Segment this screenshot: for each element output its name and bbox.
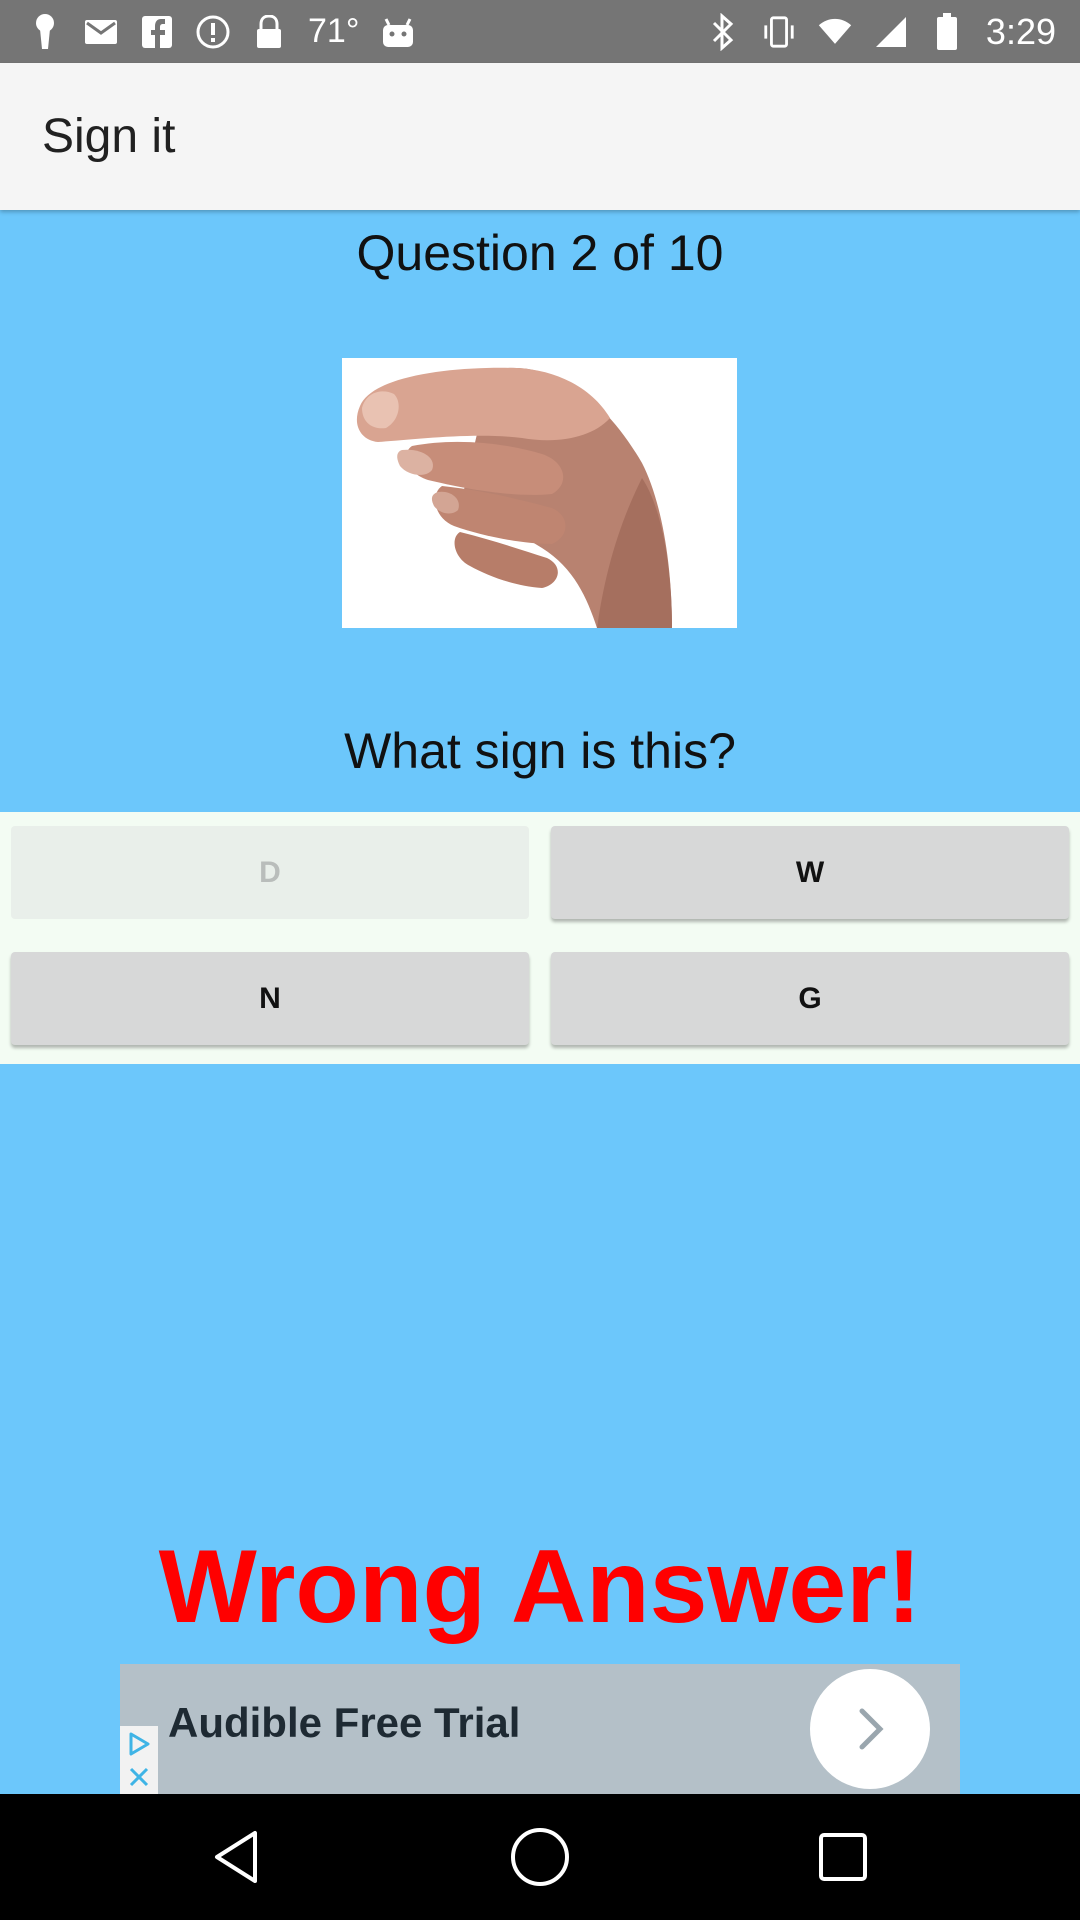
ad-banner[interactable]: Audible Free Trial: [120, 1664, 960, 1794]
hand-sign-image: [342, 358, 737, 628]
back-triangle-icon[interactable]: [197, 1817, 277, 1897]
app-bar: Sign it: [0, 63, 1080, 210]
answer-button-g[interactable]: G: [551, 952, 1069, 1045]
bluetooth-icon: [706, 12, 740, 52]
mail-icon: [84, 12, 118, 52]
answer-button-d: D: [11, 826, 529, 919]
vibrate-icon: [762, 12, 796, 52]
status-bar: 71° 3:29: [0, 0, 1080, 63]
answer-button-n[interactable]: N: [11, 952, 529, 1045]
battery-icon: [930, 12, 964, 52]
navigation-bar: [0, 1794, 1080, 1920]
ad-choices-icon[interactable]: [124, 1730, 154, 1758]
keyhole-icon: [28, 12, 62, 52]
answer-button-w[interactable]: W: [551, 826, 1069, 919]
signal-icon: [874, 12, 908, 52]
ad-choices-badge: [120, 1726, 158, 1794]
android-icon: [381, 12, 415, 52]
answers-panel: D W N G: [0, 812, 1080, 1064]
clock-text: 3:29: [985, 10, 1056, 52]
ad-text[interactable]: Audible Free Trial: [168, 1664, 520, 1782]
result-message: Wrong Answer!: [158, 1529, 922, 1645]
home-circle-icon[interactable]: [500, 1817, 580, 1897]
recent-apps-square-icon[interactable]: [803, 1817, 883, 1897]
temperature-text: 71°: [308, 12, 360, 50]
question-text: What sign is this?: [344, 723, 736, 779]
wifi-icon: [818, 12, 852, 52]
question-counter: Question 2 of 10: [356, 225, 724, 281]
info-icon: [196, 12, 230, 52]
quiz-screen: Question 2 of 10 What sign is this? D W …: [0, 210, 1080, 1794]
app-title: Sign it: [42, 110, 176, 163]
chevron-right-icon[interactable]: [810, 1669, 930, 1789]
lock-icon: [252, 12, 286, 52]
facebook-icon: [140, 12, 174, 52]
close-icon[interactable]: [124, 1762, 154, 1792]
